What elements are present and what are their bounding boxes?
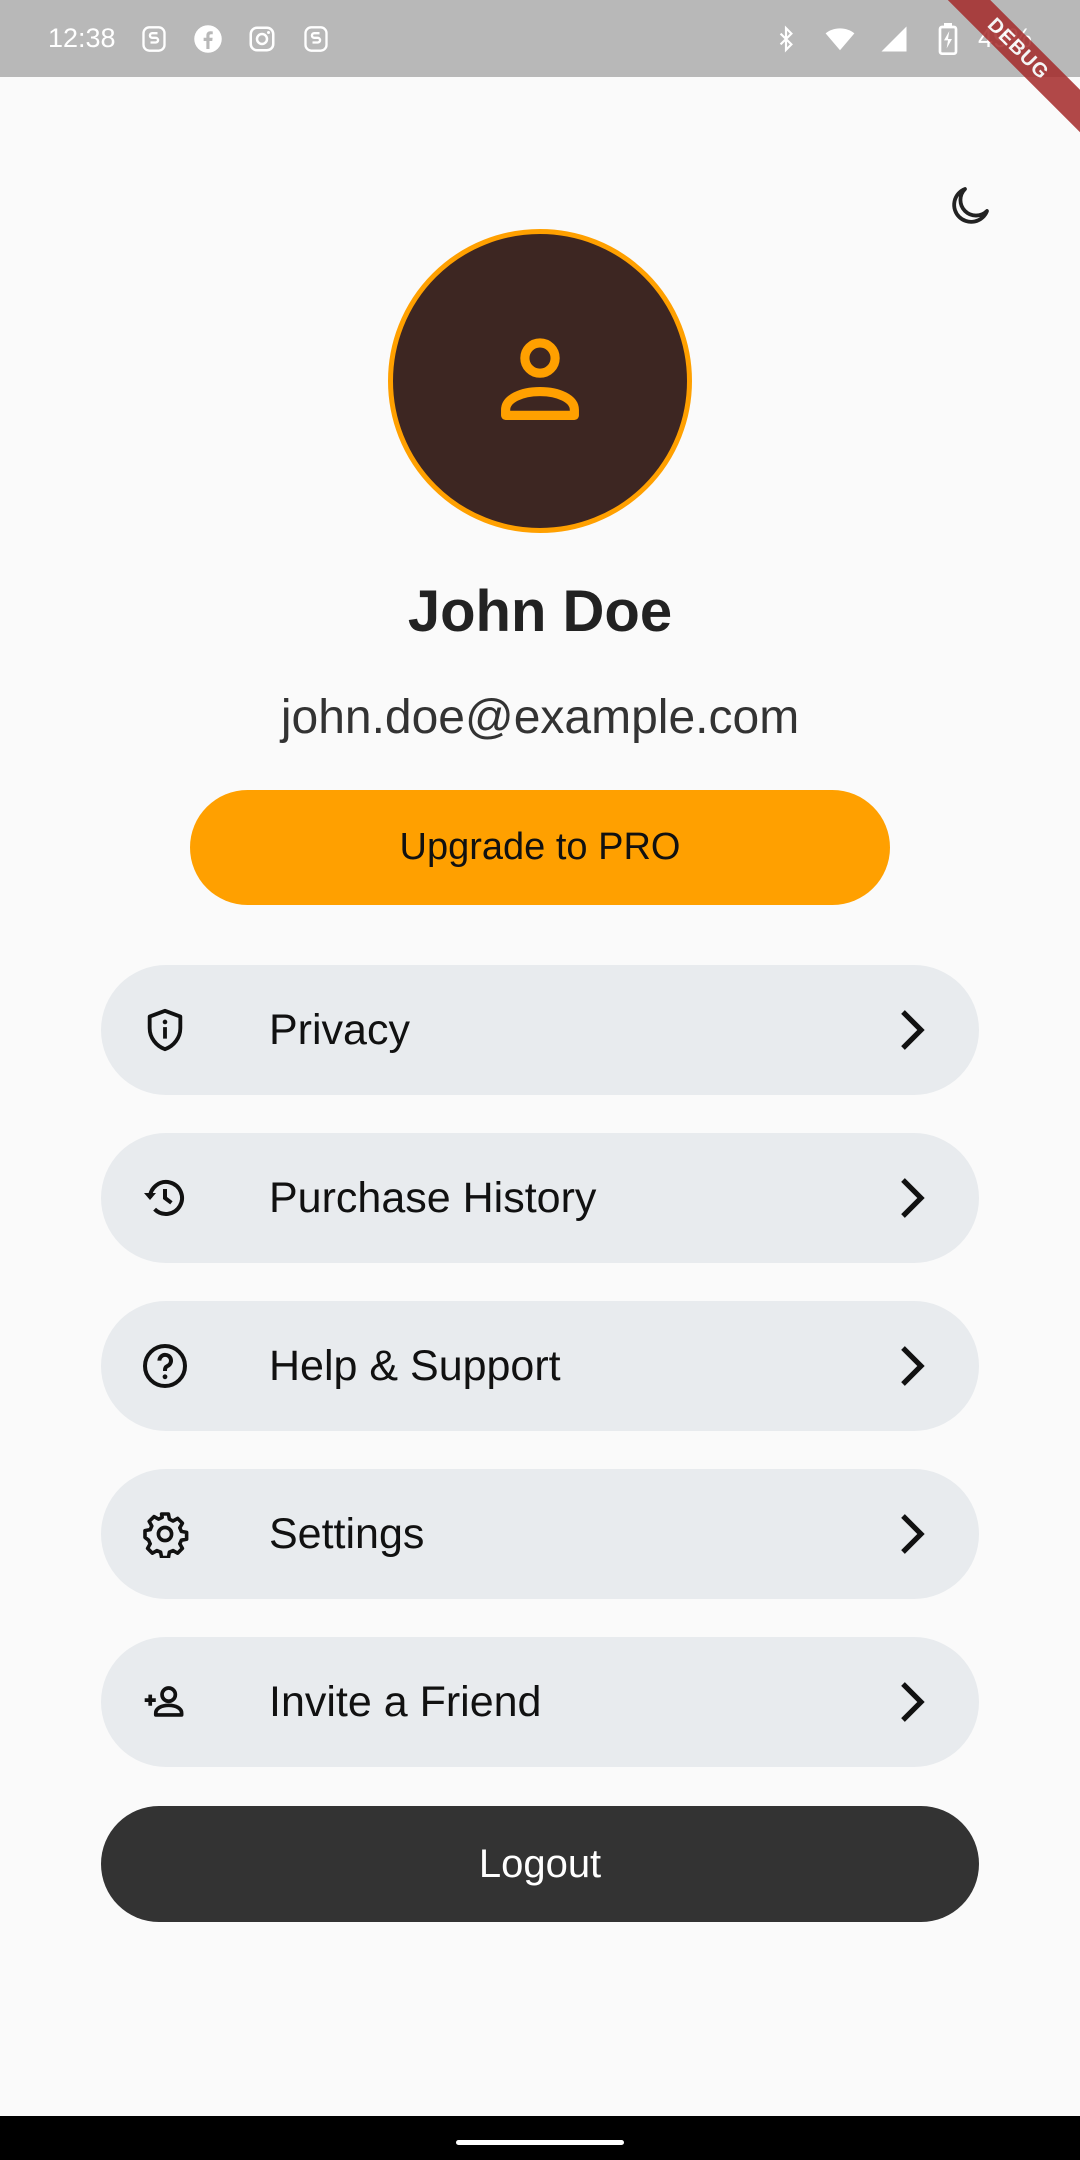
bluetooth-icon xyxy=(770,23,802,55)
battery-charging-icon xyxy=(932,22,964,55)
battery-percent: 49% xyxy=(977,23,1032,53)
person-add-icon xyxy=(141,1678,189,1726)
menu-item-label: Invite a Friend xyxy=(269,1678,542,1726)
shield-info-icon xyxy=(141,1006,189,1054)
menu-item-purchase-history[interactable]: Purchase History xyxy=(101,1133,979,1263)
instagram-icon xyxy=(246,23,278,55)
upgrade-to-pro-button[interactable]: Upgrade to PRO xyxy=(190,790,890,905)
s-app-icon xyxy=(138,23,170,55)
wifi-icon xyxy=(824,23,856,55)
logout-button[interactable]: Logout xyxy=(101,1806,979,1922)
person-icon xyxy=(501,338,579,420)
chevron-right-icon xyxy=(887,1174,935,1222)
menu-item-privacy[interactable]: Privacy xyxy=(101,965,979,1095)
menu-item-label: Privacy xyxy=(269,1006,410,1054)
menu-item-label: Settings xyxy=(269,1510,425,1558)
chevron-right-icon xyxy=(887,1342,935,1390)
menu-item-settings[interactable]: Settings xyxy=(101,1469,979,1599)
menu-item-label: Help & Support xyxy=(269,1342,561,1390)
status-bar: 12:38 49% xyxy=(0,0,1080,77)
avatar[interactable] xyxy=(388,229,692,533)
status-time: 12:38 xyxy=(48,23,116,53)
history-icon xyxy=(141,1174,189,1222)
chevron-right-icon xyxy=(887,1006,935,1054)
signal-icon xyxy=(878,23,910,55)
chevron-right-icon xyxy=(887,1678,935,1726)
menu-item-help-support[interactable]: Help & Support xyxy=(101,1301,979,1431)
user-email: john.doe@example.com xyxy=(280,691,800,744)
gear-icon xyxy=(141,1510,189,1558)
help-circle-icon xyxy=(141,1342,189,1390)
menu-item-label: Purchase History xyxy=(269,1174,597,1222)
s-app-icon xyxy=(300,23,332,55)
moon-icon xyxy=(952,187,989,224)
status-left: 12:38 xyxy=(48,23,332,55)
status-right: 49% xyxy=(770,22,1032,55)
user-name: John Doe xyxy=(407,579,673,644)
home-indicator[interactable] xyxy=(456,2140,624,2145)
navigation-bar xyxy=(0,2116,1080,2160)
menu-item-invite-friend[interactable]: Invite a Friend xyxy=(101,1637,979,1767)
facebook-icon xyxy=(192,23,224,55)
chevron-right-icon xyxy=(887,1510,935,1558)
theme-toggle-button[interactable] xyxy=(940,176,1000,236)
